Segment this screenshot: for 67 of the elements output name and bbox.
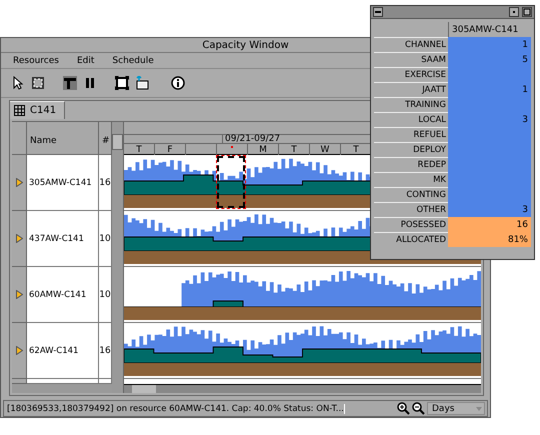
category-label: CHANNEL: [405, 40, 446, 50]
column-header[interactable]: Name: [27, 122, 99, 155]
pointer-icon[interactable]: [11, 76, 25, 90]
expand-icon[interactable]: [16, 234, 22, 243]
value-cell: 3: [448, 202, 531, 217]
value-cell: 1: [448, 37, 531, 52]
window-title: Capacity Window: [202, 40, 289, 50]
date-range: 09/21-09/27: [222, 135, 280, 143]
category-label: REFUEL: [414, 130, 446, 140]
maximize-icon[interactable]: [522, 7, 532, 17]
day-label: T: [136, 144, 142, 154]
fit-icon[interactable]: [115, 76, 129, 90]
day-label: T: [353, 144, 359, 154]
grid-icon: [14, 105, 25, 116]
resource-count: 10: [99, 267, 112, 323]
selection-marker[interactable]: [217, 156, 245, 208]
zoom-in-icon[interactable]: [397, 402, 410, 415]
resource-name: 305AMW-C141: [27, 155, 99, 211]
resource-count: 16: [99, 323, 112, 379]
resource-header: 305AMW-C141: [452, 24, 518, 34]
horizontal-scrollbar[interactable]: [124, 384, 481, 393]
category-label: OTHER: [416, 205, 446, 215]
value-cell: 3: [448, 112, 531, 127]
scale-dropdown[interactable]: Days: [427, 402, 485, 415]
category-label: POSESSED: [400, 220, 446, 230]
menu-item[interactable]: Resources: [11, 56, 61, 66]
category-label: LOCAL: [418, 115, 446, 125]
day-label: M: [259, 144, 267, 154]
status-text: [180369533,180379492] on resource 60AMW-C141. Cap: 40.0% Status: ON-T...: [4, 404, 345, 414]
value-cell: 5: [448, 52, 531, 67]
category-label: TRAINING: [405, 100, 446, 110]
align-top-icon[interactable]: [63, 76, 77, 90]
day-label: F: [167, 144, 173, 154]
pause-icon[interactable]: [83, 76, 97, 90]
marquee-icon[interactable]: [31, 76, 45, 90]
folder-icon[interactable]: [135, 76, 149, 90]
menu-item[interactable]: Edit: [74, 56, 96, 66]
category-label: JAATT: [422, 85, 446, 95]
menu-item[interactable]: Schedule: [110, 56, 156, 66]
tab[interactable]: C141: [10, 101, 66, 119]
resource-name: 60AMW-C141: [27, 267, 99, 323]
resource-name: 437AW-C141: [27, 211, 99, 267]
info-icon[interactable]: [171, 76, 185, 90]
category-label: SAAM: [421, 55, 446, 65]
category-label: CONTING: [406, 190, 446, 200]
window-menu-icon[interactable]: [373, 7, 383, 17]
minimize-icon[interactable]: [509, 7, 519, 17]
category-label: ALLOCATED: [396, 235, 446, 245]
expand-icon[interactable]: [16, 346, 22, 355]
resource-count: 10: [99, 211, 112, 267]
scrollbar[interactable]: [112, 122, 124, 393]
expand-icon[interactable]: [16, 290, 22, 299]
value-cell: 1: [448, 82, 531, 97]
value-cell: 81%: [448, 232, 531, 247]
resource-name: 62AW-C141: [27, 323, 99, 379]
category-label: DEPLOY: [413, 145, 446, 155]
zoom-out-icon[interactable]: [412, 402, 425, 415]
category-label: EXERCISE: [404, 70, 446, 80]
day-label: W: [320, 144, 330, 154]
column-header[interactable]: #: [99, 122, 112, 155]
category-label: REDEP: [418, 160, 446, 170]
expand-icon[interactable]: [16, 178, 22, 187]
current-day-marker: [231, 146, 233, 148]
category-label: MK: [433, 175, 446, 185]
day-label: T: [291, 144, 297, 154]
value-cell: 16: [448, 217, 531, 232]
resource-count: 16: [99, 155, 112, 211]
